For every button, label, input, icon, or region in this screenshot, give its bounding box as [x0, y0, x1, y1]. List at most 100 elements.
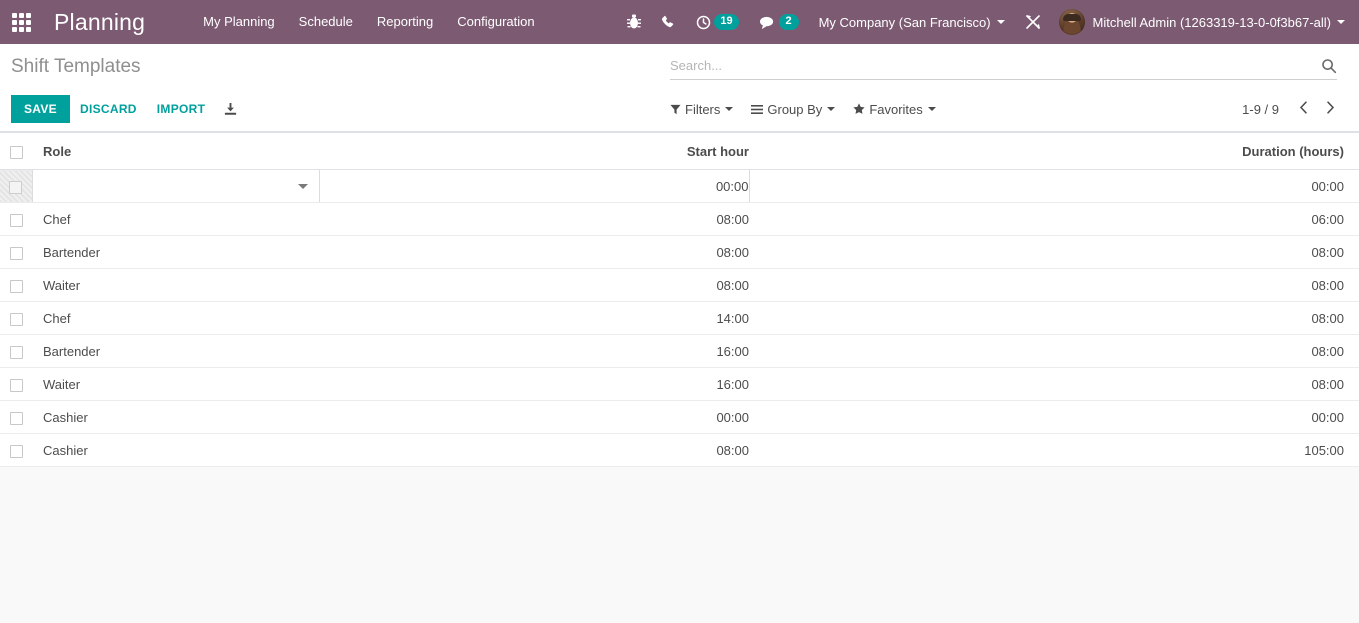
table-row[interactable]: Cashier 00:00 00:00 — [0, 400, 1359, 434]
cell-start-hour[interactable]: 14:00 — [319, 301, 749, 335]
table-row[interactable]: Chef 14:00 08:00 — [0, 301, 1359, 335]
activity-clock-icon[interactable]: 19 — [686, 0, 748, 44]
avatar — [1058, 9, 1085, 35]
cell-role[interactable]: Bartender — [32, 235, 319, 269]
chevron-down-icon — [725, 107, 734, 111]
row-checkbox[interactable] — [10, 246, 23, 260]
cell-role[interactable]: Waiter — [32, 367, 319, 401]
row-checkbox[interactable] — [10, 345, 23, 359]
cell-role[interactable]: Waiter — [32, 268, 319, 302]
duration-input[interactable]: 00:00 — [749, 169, 1359, 203]
cell-duration[interactable]: 08:00 — [749, 268, 1359, 302]
cell-start-hour[interactable]: 16:00 — [319, 334, 749, 368]
cell-role[interactable]: Chef — [32, 301, 319, 335]
chevron-down-icon — [996, 20, 1005, 24]
star-icon — [853, 103, 865, 115]
row-checkbox[interactable] — [10, 444, 23, 458]
top-navbar: Planning My Planning Schedule Reporting … — [0, 0, 1359, 44]
table-row[interactable]: Bartender 16:00 08:00 — [0, 334, 1359, 368]
chevron-down-icon — [1337, 20, 1345, 24]
user-menu[interactable]: Mitchell Admin (1263319-13-0-0f3b67-all) — [1051, 9, 1351, 35]
cell-duration[interactable]: 08:00 — [749, 334, 1359, 368]
control-panel: Shift Templates SAVE DISCARD IMPORT — [0, 44, 1359, 132]
menu-configuration[interactable]: Configuration — [445, 0, 546, 44]
row-select-cell — [0, 334, 32, 368]
navbar-systray: 19 2 My Company (San Francisco) Mitchell… — [617, 0, 1359, 44]
row-checkbox[interactable] — [10, 378, 23, 392]
menu-my-planning[interactable]: My Planning — [191, 0, 287, 44]
chevron-down-icon — [927, 107, 936, 111]
table-header-row: Role Start hour Duration (hours) — [0, 132, 1359, 170]
bug-icon[interactable] — [617, 0, 651, 44]
bars-icon — [751, 104, 764, 115]
table-row[interactable]: Waiter 16:00 08:00 — [0, 367, 1359, 401]
cell-role[interactable]: Cashier — [32, 400, 319, 434]
cell-duration[interactable]: 08:00 — [749, 235, 1359, 269]
row-select-cell — [0, 400, 32, 434]
pager-previous-button[interactable] — [1291, 99, 1316, 119]
phone-icon[interactable] — [651, 0, 686, 44]
cell-start-hour[interactable]: 08:00 — [319, 202, 749, 236]
shift-templates-table: Role Start hour Duration (hours) 00:00 0… — [0, 132, 1359, 467]
row-checkbox[interactable] — [10, 411, 23, 425]
select-all-checkbox[interactable] — [10, 145, 23, 159]
discard-button[interactable]: DISCARD — [70, 95, 147, 123]
cell-duration[interactable]: 105:00 — [749, 433, 1359, 467]
role-select-cell[interactable] — [32, 169, 320, 203]
cell-role[interactable]: Cashier — [32, 433, 319, 467]
import-button[interactable]: IMPORT — [147, 95, 215, 123]
save-button[interactable]: SAVE — [11, 95, 70, 123]
row-select-cell — [0, 433, 32, 467]
cell-start-hour[interactable]: 16:00 — [319, 367, 749, 401]
row-checkbox[interactable] — [10, 312, 23, 326]
cell-start-hour[interactable]: 08:00 — [319, 433, 749, 467]
row-select-cell — [0, 367, 32, 401]
table-row[interactable]: Cashier 08:00 105:00 — [0, 433, 1359, 467]
company-switcher[interactable]: My Company (San Francisco) — [809, 15, 1015, 30]
group-by-label: Group By — [767, 101, 823, 117]
activity-count-badge: 19 — [714, 14, 739, 30]
search-input[interactable] — [670, 55, 1321, 76]
table-row[interactable]: Chef 08:00 06:00 — [0, 202, 1359, 236]
table-row[interactable]: Bartender 08:00 08:00 — [0, 235, 1359, 269]
cell-start-hour[interactable]: 08:00 — [319, 235, 749, 269]
favorites-label: Favorites — [869, 101, 923, 117]
download-icon[interactable] — [215, 98, 246, 121]
apps-menu-toggle[interactable] — [0, 0, 42, 44]
search-bar[interactable] — [670, 52, 1337, 80]
table-row-edit[interactable]: 00:00 00:00 — [0, 169, 1359, 203]
favorites-dropdown[interactable]: Favorites — [853, 98, 944, 121]
start-hour-input[interactable]: 00:00 — [319, 169, 750, 203]
control-panel-bottom: SAVE DISCARD IMPORT Filters Group By Fav… — [0, 88, 1359, 130]
row-checkbox[interactable] — [9, 180, 23, 194]
column-header-role[interactable]: Role — [32, 132, 319, 170]
column-header-duration[interactable]: Duration (hours) — [749, 132, 1359, 170]
menu-schedule[interactable]: Schedule — [287, 0, 365, 44]
cell-duration[interactable]: 08:00 — [749, 367, 1359, 401]
cell-duration[interactable]: 08:00 — [749, 301, 1359, 335]
list-view: Role Start hour Duration (hours) 00:00 0… — [0, 132, 1359, 623]
cell-start-hour[interactable]: 00:00 — [319, 400, 749, 434]
row-checkbox[interactable] — [10, 279, 23, 293]
app-brand-planning[interactable]: Planning — [42, 0, 155, 44]
role-select-input[interactable] — [44, 171, 308, 201]
row-select-cell — [0, 169, 33, 203]
cell-start-hour[interactable]: 08:00 — [319, 268, 749, 302]
messages-icon[interactable]: 2 — [749, 0, 809, 44]
column-header-start-hour[interactable]: Start hour — [319, 132, 749, 170]
chevron-down-icon[interactable] — [297, 183, 308, 189]
pager-next-button[interactable] — [1318, 99, 1343, 119]
menu-reporting[interactable]: Reporting — [365, 0, 445, 44]
cell-duration[interactable]: 00:00 — [749, 400, 1359, 434]
search-icon[interactable] — [1321, 58, 1337, 74]
row-checkbox[interactable] — [10, 213, 23, 227]
cell-role[interactable]: Bartender — [32, 334, 319, 368]
pager: 1-9 / 9 — [1242, 99, 1343, 119]
filters-dropdown[interactable]: Filters — [670, 98, 742, 121]
group-by-dropdown[interactable]: Group By — [751, 98, 844, 121]
cell-role[interactable]: Chef — [32, 202, 319, 236]
main-menu: My Planning Schedule Reporting Configura… — [191, 0, 546, 44]
wrench-tools-icon[interactable] — [1015, 0, 1051, 44]
table-row[interactable]: Waiter 08:00 08:00 — [0, 268, 1359, 302]
cell-duration[interactable]: 06:00 — [749, 202, 1359, 236]
